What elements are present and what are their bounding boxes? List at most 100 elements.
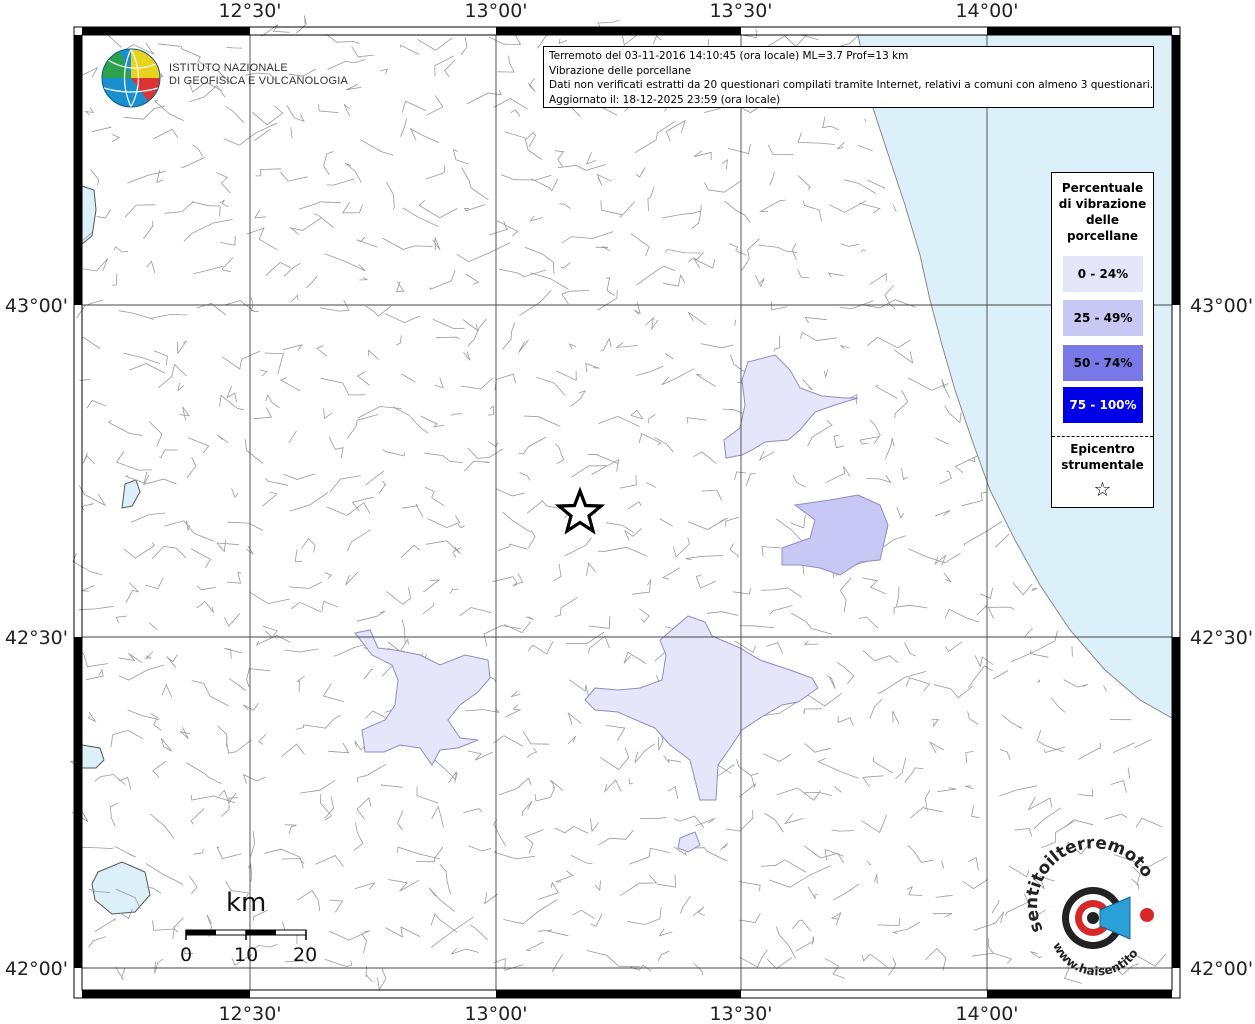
municipal-border: [503, 898, 558, 925]
municipal-border: [524, 246, 555, 275]
municipal-border: [896, 506, 905, 520]
municipal-border: [557, 164, 607, 171]
municipal-border: [1127, 767, 1131, 779]
municipal-border: [493, 850, 536, 860]
municipal-border: [282, 344, 303, 351]
municipal-border: [380, 783, 403, 788]
municipal-border: [1008, 865, 1030, 878]
municipal-border: [769, 172, 775, 186]
municipal-border: [85, 668, 104, 681]
municipal-border: [518, 436, 547, 455]
municipal-border: [704, 180, 742, 193]
municipal-border: [451, 947, 479, 955]
intensity-areas: [354, 354, 889, 853]
municipal-border: [329, 475, 361, 493]
municipal-border: [590, 818, 599, 833]
data-note: Dati non verificati estratti da 20 quest…: [549, 79, 1154, 92]
municipal-border: [463, 204, 486, 212]
municipal-border: [219, 394, 244, 411]
municipal-border: [284, 648, 319, 653]
municipal-border: [604, 779, 622, 793]
municipal-border: [368, 349, 379, 360]
municipal-border: [115, 451, 153, 471]
municipal-border: [322, 683, 345, 702]
municipal-border: [280, 171, 308, 182]
municipal-border: [567, 735, 576, 745]
municipal-border: [519, 290, 552, 316]
municipal-border: [344, 162, 362, 183]
municipal-border: [594, 880, 601, 892]
scale-tick-label: 20: [293, 944, 318, 966]
municipal-border: [196, 600, 214, 613]
municipal-border: [288, 430, 297, 443]
municipal-border: [166, 654, 178, 668]
municipal-border: [738, 913, 761, 923]
municipal-border: [129, 363, 165, 374]
municipal-border: [869, 419, 881, 444]
municipal-border: [695, 373, 716, 387]
municipal-border: [804, 743, 831, 753]
municipal-border: [219, 199, 229, 208]
municipal-border: [467, 447, 504, 459]
municipal-border: [191, 201, 221, 217]
municipal-border: [734, 319, 736, 326]
municipal-border: [659, 518, 673, 527]
municipal-border: [628, 778, 633, 785]
municipal-border: [732, 588, 751, 595]
municipal-border: [724, 200, 751, 223]
municipal-border: [110, 729, 143, 748]
legend-item: 75 - 100%: [1063, 387, 1143, 423]
municipal-border: [151, 546, 187, 560]
municipal-border: [680, 896, 691, 914]
left-label: 42°30': [5, 627, 68, 649]
municipal-border: [289, 217, 322, 236]
ingv-logo-text: ISTITUTO NAZIONALE DI GEOFISICA E VULCAN…: [169, 62, 348, 88]
municipal-border: [570, 390, 586, 407]
municipal-border: [229, 678, 247, 691]
municipal-border: [190, 548, 212, 569]
municipal-border: [887, 957, 897, 976]
municipal-border: [378, 480, 387, 495]
municipal-border: [80, 503, 94, 511]
left-label: 42°00': [5, 958, 68, 980]
legend-item: 50 - 74%: [1063, 345, 1143, 381]
municipal-border: [428, 887, 455, 912]
municipal-border: [1036, 679, 1041, 684]
top-label: 14°00': [955, 0, 1018, 22]
municipal-border: [452, 149, 469, 165]
municipal-border: [286, 105, 305, 123]
municipal-border: [226, 571, 242, 584]
municipal-border: [597, 829, 634, 846]
municipal-border: [585, 151, 597, 165]
left-label: 43°00': [5, 295, 68, 317]
municipal-border: [993, 670, 1009, 680]
municipal-border: [223, 613, 241, 627]
municipal-border: [258, 733, 267, 745]
municipal-border: [123, 352, 160, 364]
municipal-border: [426, 95, 444, 116]
municipal-border: [836, 141, 845, 150]
municipal-border: [875, 384, 898, 399]
municipal-border: [226, 739, 252, 754]
municipal-border: [758, 450, 775, 461]
municipal-border: [962, 878, 989, 890]
municipal-border: [988, 938, 994, 954]
municipal-border: [1027, 796, 1053, 811]
municipal-border: [538, 929, 569, 937]
municipal-border: [94, 917, 117, 932]
municipal-border: [834, 785, 842, 793]
municipal-border: [869, 272, 887, 285]
municipal-border: [941, 379, 951, 398]
municipal-border: [895, 586, 900, 607]
municipal-border: [250, 831, 255, 857]
municipal-border: [944, 608, 980, 623]
municipal-border: [424, 452, 463, 463]
municipal-border: [326, 502, 371, 516]
municipal-border: [907, 845, 934, 863]
municipal-border: [725, 516, 739, 527]
municipal-border: [1104, 813, 1128, 820]
bottom-label: 12°30': [218, 1003, 281, 1024]
municipal-border: [522, 800, 533, 816]
scale-tick-label: 0: [180, 944, 193, 966]
municipal-border: [862, 775, 884, 788]
